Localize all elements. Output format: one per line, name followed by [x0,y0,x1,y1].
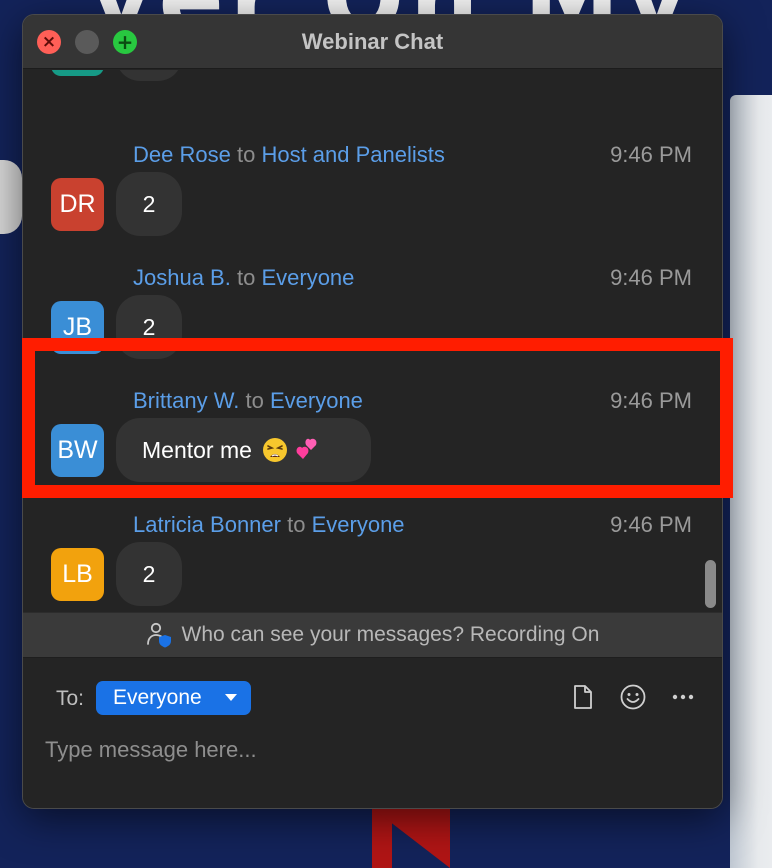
avatar: RG [51,70,104,76]
to-label: to [287,512,306,537]
person-shield-icon [146,622,171,648]
chevron-down-icon [225,694,237,701]
emoji-icon[interactable] [619,683,647,711]
message-time: 9:46 PM [610,265,692,290]
background-shape [372,808,450,868]
recipient-name[interactable]: Everyone [312,512,405,537]
message-bubble: 2 [116,172,182,236]
sender-name[interactable]: Joshua B. [133,265,231,290]
recording-banner-text: Who can see your messages? Recording On [181,623,600,646]
to-label: To: [56,687,85,710]
scrollbar-thumb[interactable] [705,560,716,608]
to-label: to [236,265,256,290]
chat-message: Dee Rose to Host and Panelists 9:46 PM D… [23,140,722,263]
recording-banner[interactable]: Who can see your messages? Recording On [23,612,722,658]
chat-message: RG 2 [23,70,722,108]
sender-name[interactable]: Latricia Bonner [133,512,281,537]
background-shape [0,160,22,234]
avatar: DR [51,178,104,231]
sender-name[interactable]: Dee Rose [133,142,231,167]
message-bubble: 2 [116,542,182,606]
highlight-box [22,338,733,498]
message-bubble: 2 [116,70,182,81]
more-icon[interactable] [669,683,697,711]
title-bar: × + Webinar Chat [23,15,722,69]
background-card [730,95,772,868]
message-time: 9:46 PM [610,142,692,167]
recipient-name[interactable]: Host and Panelists [261,142,444,167]
compose-area: To: Everyone [23,658,722,808]
window-title: Webinar Chat [301,29,444,54]
recipient-name[interactable]: Everyone [261,265,354,290]
chat-message: Latricia Bonner to Everyone 9:46 PM LB 2 [23,510,722,612]
message-input[interactable] [45,730,695,770]
avatar: LB [51,548,104,601]
recipient-dropdown[interactable]: Everyone [96,681,251,715]
message-time: 9:46 PM [610,512,692,537]
recipient-dropdown-value: Everyone [113,686,202,709]
to-label: to [236,142,256,167]
file-icon[interactable] [569,683,597,711]
